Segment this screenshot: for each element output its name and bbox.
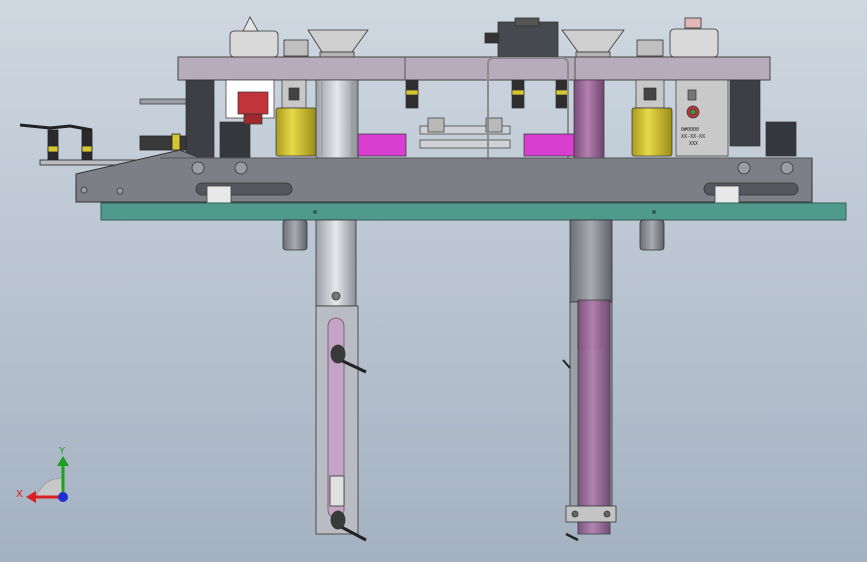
- triad-y-label: Y: [58, 446, 66, 457]
- triad-z-axis: [58, 492, 68, 502]
- assembly-drawing: 0#0000 XX-XX-XX XXX Y X: [0, 0, 867, 562]
- nameplate-line-2: XX-XX-XX: [681, 134, 705, 140]
- base-plate: [100, 202, 847, 221]
- cad-viewport[interactable]: 0#0000 XX-XX-XX XXX Y X: [0, 0, 867, 562]
- triad-x-label: X: [16, 489, 23, 500]
- top-plate: [177, 56, 771, 81]
- nameplate-line-1: 0#0000: [681, 127, 699, 133]
- nameplate-line-3: XXX: [689, 141, 698, 147]
